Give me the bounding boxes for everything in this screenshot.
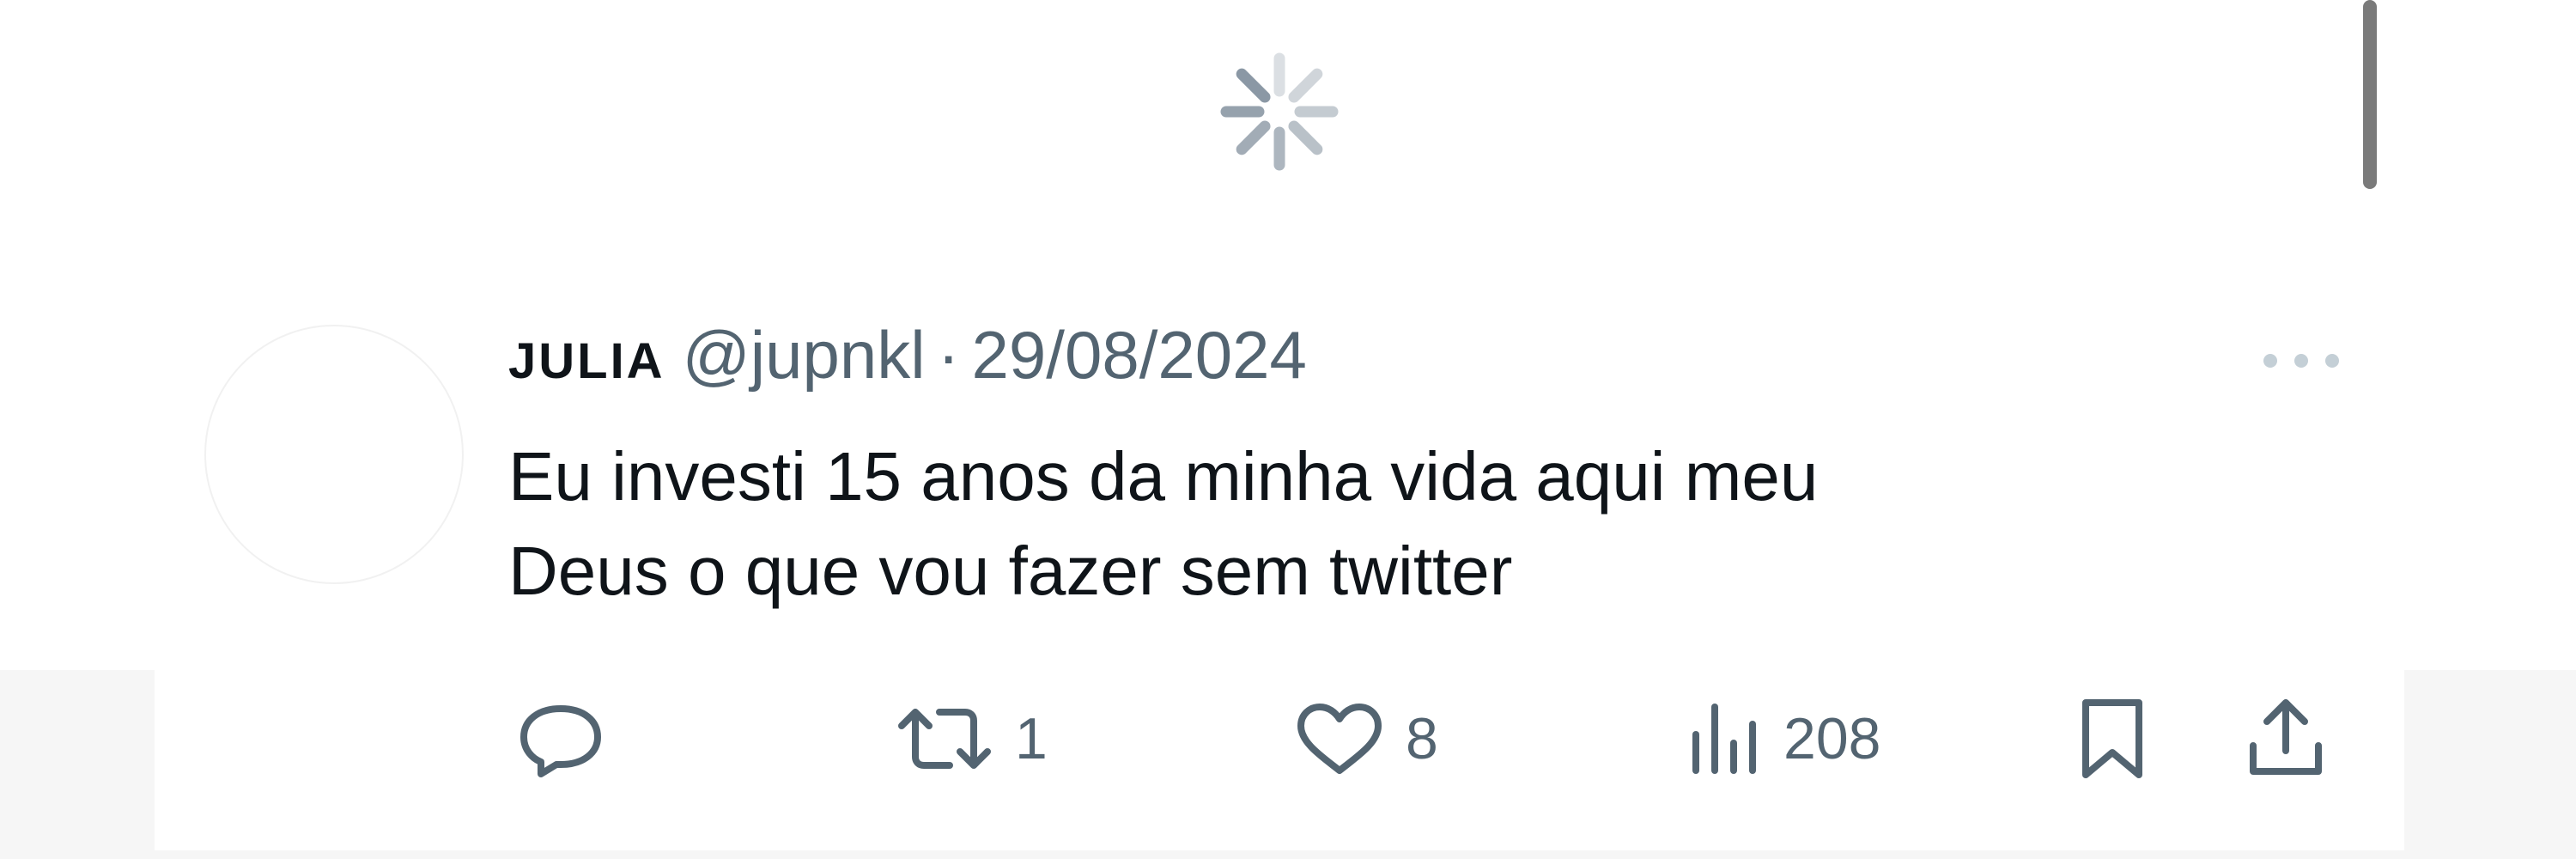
separator: · [937,317,960,393]
retweet-count: 1 [1015,706,1048,771]
spinner-spoke [1288,68,1323,103]
share-button[interactable] [2243,699,2329,777]
tweet-text-line: Deus o que vou fazer sem twitter [508,533,1513,609]
spinner-spoke [1236,120,1271,155]
like-count: 8 [1406,706,1438,771]
scrollbar-thumb[interactable] [2363,0,2377,189]
analytics-icon [1692,704,1756,774]
share-icon [2250,699,2322,775]
reply-button[interactable] [513,700,608,777]
tweet-text: Eu investi 15 anos da minha vida aqui me… [508,430,2312,618]
like-button[interactable]: 8 [1292,700,1438,777]
retweet-button[interactable]: 1 [893,700,1048,777]
views-button[interactable]: 208 [1687,700,1880,777]
spinner-spoke [1236,68,1271,103]
loading-spinner-icon [1215,47,1344,176]
heart-icon [1297,704,1382,774]
tweet-header: JULIA @jupnkl · 29/08/2024 [508,316,1307,411]
spinner-spoke [1288,120,1323,155]
retweet-icon [898,709,991,769]
tweet-date[interactable]: 29/08/2024 [972,316,1307,394]
user-handle[interactable]: @jupnkl [683,316,926,394]
bookmark-icon [2082,699,2142,778]
avatar[interactable] [204,325,464,584]
views-count: 208 [1783,706,1881,771]
more-options-icon[interactable] [2258,348,2344,374]
action-bar-background [155,670,2404,850]
tweet-text-line: Eu investi 15 anos da minha vida aqui me… [508,438,1819,515]
reply-icon [520,705,601,777]
bookmark-button[interactable] [2074,699,2151,778]
display-name[interactable]: JULIA [508,332,665,390]
